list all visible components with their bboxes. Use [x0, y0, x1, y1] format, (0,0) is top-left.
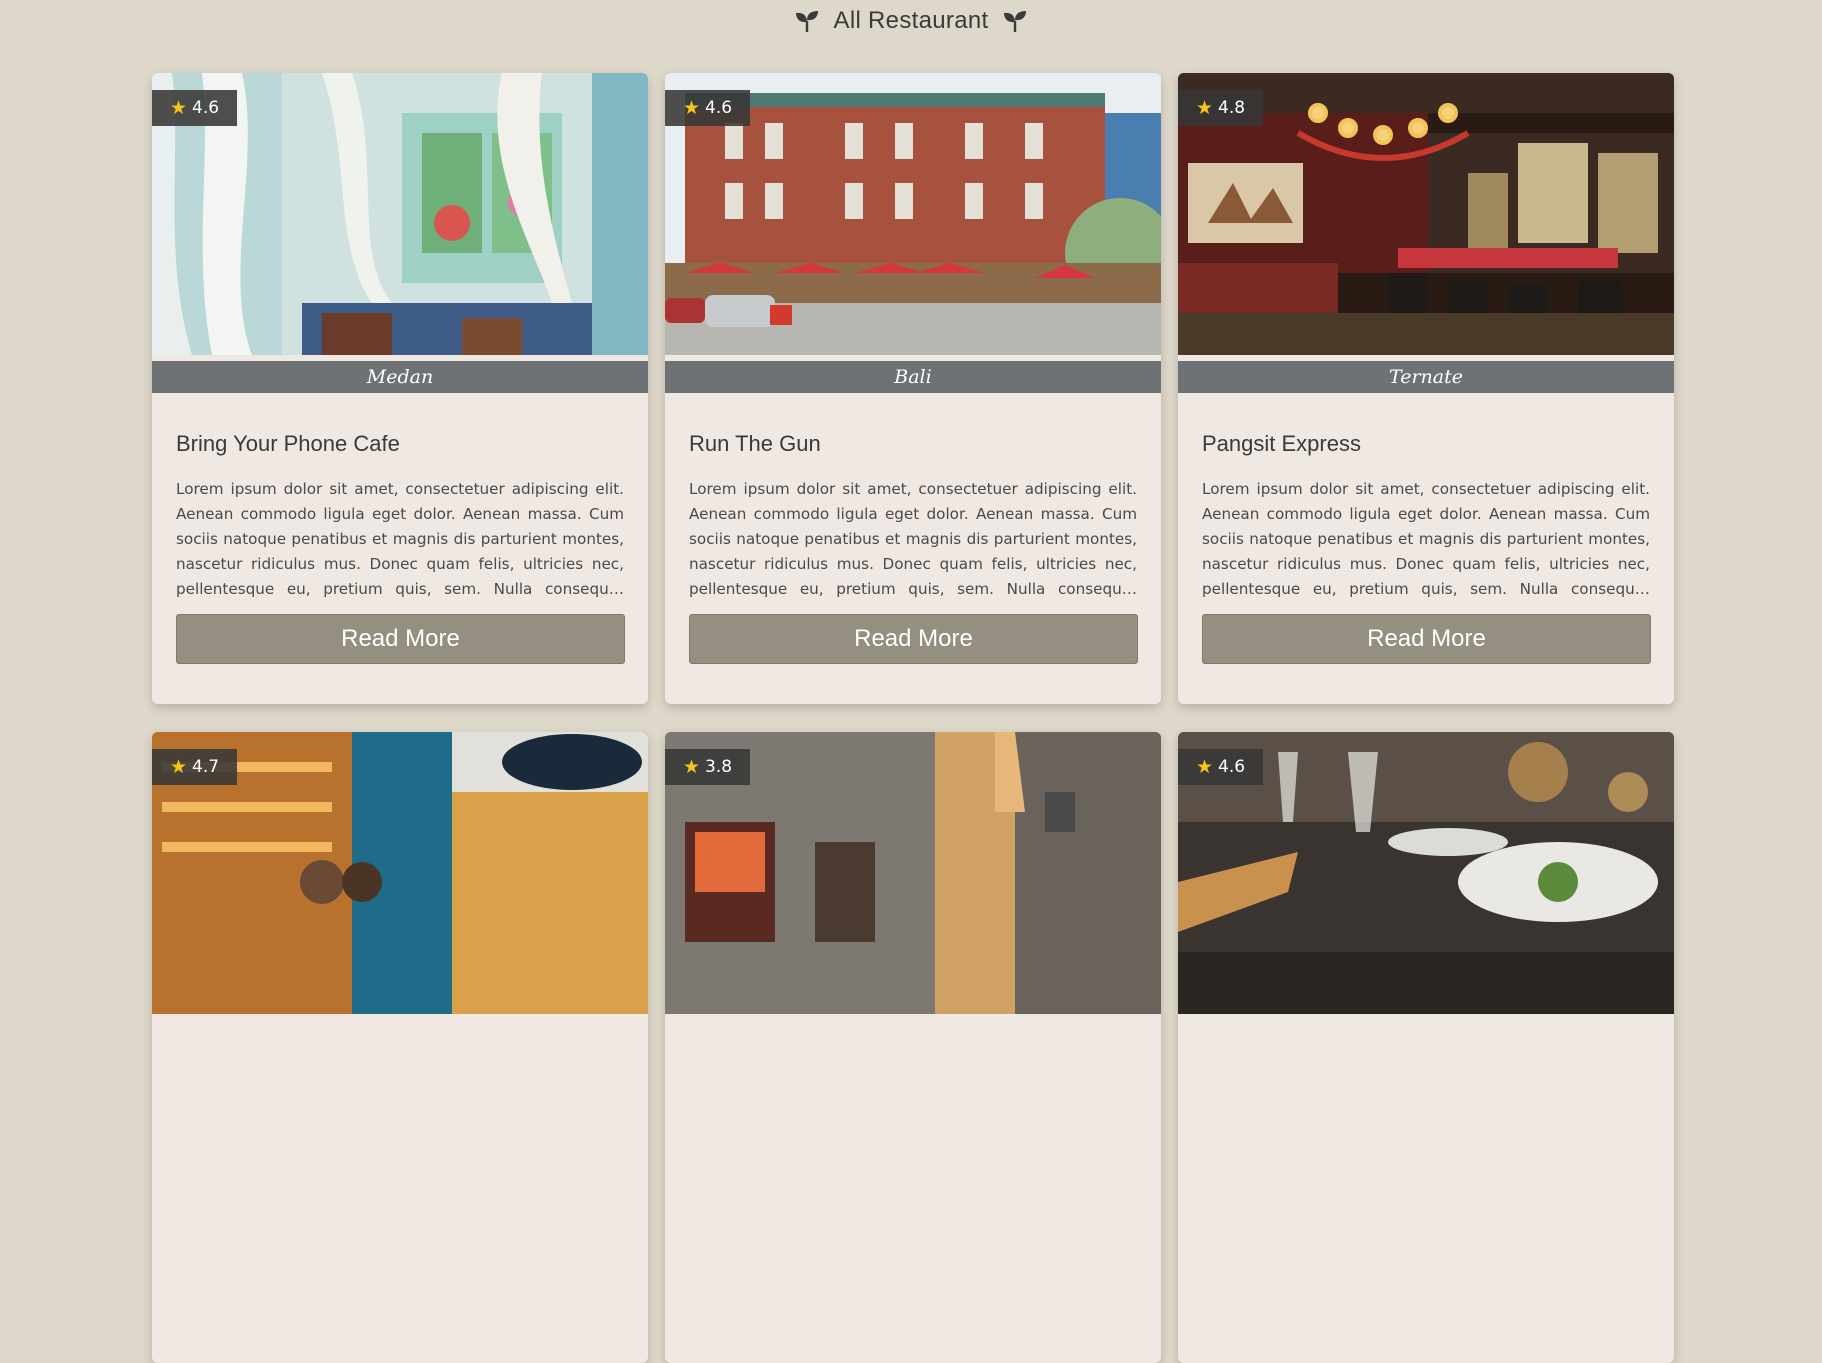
restaurant-name: Pangsit Express: [1202, 431, 1361, 456]
page-header: All Restaurant: [0, 0, 1822, 42]
star-icon: ★: [1195, 96, 1213, 119]
card-body: Pangsit Express Lorem ipsum dolor sit am…: [1178, 393, 1674, 664]
read-more-button[interactable]: Read More: [176, 614, 625, 664]
rating-badge: ★ 4.6: [1178, 749, 1263, 785]
sprout-icon: [795, 11, 818, 32]
restaurant-card: ★ 4.6 Bali Run The Gun Lorem ipsum dolor…: [665, 73, 1161, 704]
star-icon: ★: [169, 96, 187, 119]
rating-value: 4.8: [1218, 98, 1246, 118]
rating-badge: ★ 4.7: [152, 749, 237, 785]
rating-value: 4.7: [192, 757, 220, 777]
rating-badge: ★ 4.8: [1178, 90, 1263, 126]
brick-building-terrace-photo[interactable]: ★ 4.6: [665, 73, 1161, 355]
star-icon: ★: [1195, 755, 1213, 778]
location-label: Medan: [152, 361, 648, 393]
card-body: Bring Your Phone Cafe Lorem ipsum dolor …: [152, 393, 648, 664]
read-more-button[interactable]: Read More: [689, 614, 1138, 664]
restaurant-description: Lorem ipsum dolor sit amet, consectetuer…: [689, 480, 1137, 598]
star-icon: ★: [169, 755, 187, 778]
restaurant-card: ★ 3.8: [665, 732, 1161, 1363]
rating-value: 4.6: [192, 98, 220, 118]
rating-badge: ★ 4.6: [665, 90, 750, 126]
restaurant-description: Lorem ipsum dolor sit amet, consectetuer…: [1202, 480, 1650, 598]
narrow-street-photo[interactable]: ★ 3.8: [665, 732, 1161, 1014]
restaurant-card: ★ 4.6: [1178, 732, 1674, 1363]
location-label: Bali: [665, 361, 1161, 393]
sunroom-cafe-photo[interactable]: ★ 4.6: [152, 73, 648, 355]
sprout-icon: [1004, 11, 1027, 32]
restaurant-description: Lorem ipsum dolor sit amet, consectetuer…: [176, 480, 624, 598]
star-icon: ★: [682, 755, 700, 778]
restaurant-name: Run The Gun: [689, 431, 821, 456]
restaurant-card: ★ 4.6 Medan Bring Your Phone Cafe Lorem …: [152, 73, 648, 704]
restaurant-name: Bring Your Phone Cafe: [176, 431, 400, 456]
fine-dining-table-photo[interactable]: ★ 4.6: [1178, 732, 1674, 1014]
location-label: Ternate: [1178, 361, 1674, 393]
star-icon: ★: [682, 96, 700, 119]
read-more-button[interactable]: Read More: [1202, 614, 1651, 664]
rating-value: 4.6: [1218, 757, 1246, 777]
rating-badge: ★ 3.8: [665, 749, 750, 785]
chandelier-bar-photo[interactable]: ★ 4.8: [1178, 73, 1674, 355]
restaurant-card: ★ 4.7: [152, 732, 648, 1363]
rating-value: 4.6: [705, 98, 733, 118]
rating-value: 3.8: [705, 757, 733, 777]
rating-badge: ★ 4.6: [152, 90, 237, 126]
page-title: All Restaurant: [833, 7, 989, 34]
restaurant-grid: ★ 4.6 Medan Bring Your Phone Cafe Lorem …: [152, 73, 1674, 1363]
bakery-street-photo[interactable]: ★ 4.7: [152, 732, 648, 1014]
card-body: Run The Gun Lorem ipsum dolor sit amet, …: [665, 393, 1161, 664]
restaurant-card: ★ 4.8 Ternate Pangsit Express Lorem ipsu…: [1178, 73, 1674, 704]
